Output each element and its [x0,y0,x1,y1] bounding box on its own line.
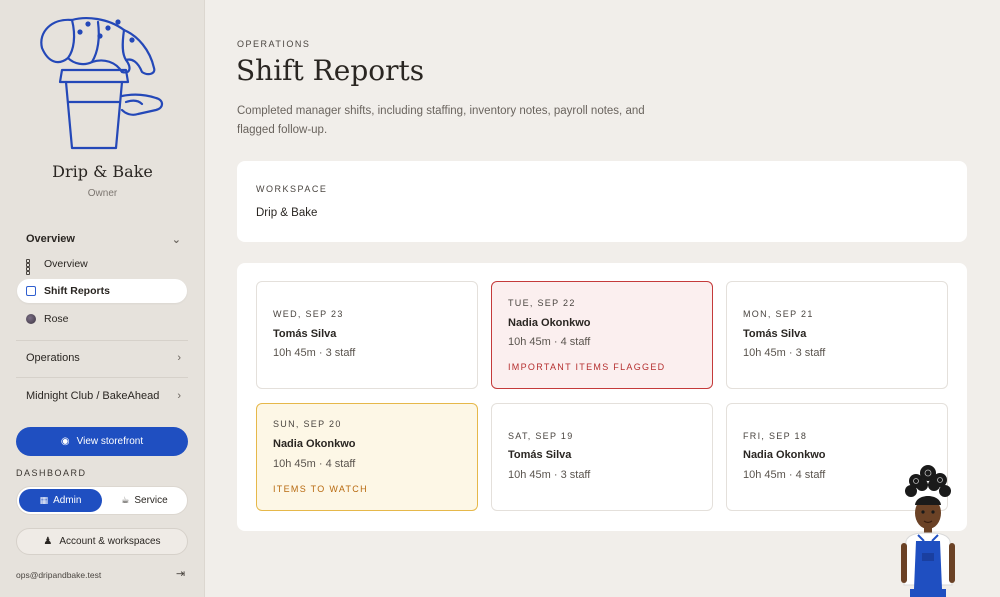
toggle-service-button[interactable]: ☕ Service [103,489,186,512]
brand-name: Drip & Bake [52,162,153,181]
shift-meta: 10h 45m · 3 staff [273,347,356,359]
nav-section-overview[interactable]: Overview ⌄ [26,230,181,248]
shift-date: WED, SEP 23 [273,309,344,319]
avatar [26,314,36,324]
grid-icon: ▦ [39,495,49,505]
flag-badge: IMPORTANT ITEMS FLAGGED [508,362,666,372]
shift-meta: 10h 45m · 4 staff [508,336,591,348]
eye-icon: ◉ [60,436,70,447]
nav-section-overview-label: Overview [26,233,75,245]
grid-icon [26,259,36,275]
toggle-admin-button[interactable]: ▦ Admin [19,489,102,512]
workspace-label: WORKSPACE [256,184,328,194]
sidebar-item-label: Rose [44,313,69,325]
divider [16,377,188,378]
workspace-card: WORKSPACE Drip & Bake [237,161,967,242]
workspace-value: Drip & Bake [256,207,318,219]
shift-manager: Nadia Okonkwo [743,449,826,461]
user-email: ops@dripandbake.test [16,570,102,580]
sidebar-item-rose[interactable]: Rose [17,307,187,331]
divider [16,340,188,341]
chevron-right-icon: › [177,390,181,402]
sidebar-item-overview[interactable]: Overview [17,252,187,276]
toggle-service-label: Service [134,495,168,506]
account-workspaces-label: Account & workspaces [59,536,161,547]
logout-icon[interactable]: ⇥ [176,567,185,580]
page-description: Completed manager shifts, including staf… [237,105,645,136]
shift-card[interactable]: SAT, SEP 19 Tomás Silva 10h 45m · 3 staf… [491,403,713,511]
sidebar-item-shift-reports[interactable]: Shift Reports [17,279,187,303]
shift-reports-panel: WED, SEP 23 Tomás Silva 10h 45m · 3 staf… [237,263,967,531]
chevron-right-icon: › [177,352,181,364]
brand-role: Owner [87,188,118,199]
shift-manager: Nadia Okonkwo [273,438,356,450]
shift-meta: 10h 45m · 4 staff [743,469,826,481]
shift-card[interactable]: WED, SEP 23 Tomás Silva 10h 45m · 3 staf… [256,281,478,389]
account-workspaces-button[interactable]: ♟ Account & workspaces [16,528,188,555]
toggle-admin-label: Admin [53,495,82,506]
flag-badge: ITEMS TO WATCH [273,484,368,494]
shift-manager: Tomás Silva [508,449,572,461]
shift-manager: Nadia Okonkwo [508,317,591,329]
shift-card[interactable]: MON, SEP 21 Tomás Silva 10h 45m · 3 staf… [726,281,948,389]
shift-date: TUE, SEP 22 [508,298,576,308]
nav-section-midnight-club-label: Midnight Club / BakeAhead [26,390,160,402]
shift-card-flagged[interactable]: TUE, SEP 22 Nadia Okonkwo 10h 45m · 4 st… [491,281,713,389]
edit-icon [26,286,36,296]
shift-date: SUN, SEP 20 [273,419,342,429]
shift-date: FRI, SEP 18 [743,431,808,441]
users-icon: ♟ [43,536,53,547]
shift-date: SAT, SEP 19 [508,431,574,441]
nav-section-midnight-club[interactable]: Midnight Club / BakeAhead › [26,387,181,405]
barista-mascot-illustration [901,465,955,597]
sidebar-item-label: Shift Reports [44,285,110,297]
shift-meta: 10h 45m · 3 staff [743,347,826,359]
nav-section-operations-label: Operations [26,352,80,364]
shift-date: MON, SEP 21 [743,309,814,319]
shift-meta: 10h 45m · 4 staff [273,458,356,470]
shift-manager: Tomás Silva [273,328,337,340]
chevron-down-icon: ⌄ [171,233,181,246]
dashboard-mode-toggle: ▦ Admin ☕ Service [16,486,188,515]
shift-card-watch[interactable]: SUN, SEP 20 Nadia Okonkwo 10h 45m · 4 st… [256,403,478,511]
nav-section-operations[interactable]: Operations › [26,349,181,367]
view-storefront-button[interactable]: ◉ View storefront [16,427,188,456]
sidebar: Drip & Bake Owner Overview ⌄ Overview Sh… [0,0,205,597]
cup-icon: ☕ [121,495,130,505]
view-storefront-label: View storefront [76,436,144,447]
brand-logo-icon [40,17,164,150]
shift-manager: Tomás Silva [743,328,807,340]
dashboard-label: DASHBOARD [16,468,87,478]
page-title: Shift Reports [236,54,425,87]
shift-meta: 10h 45m · 3 staff [508,469,591,481]
sidebar-item-label: Overview [44,258,88,270]
page-eyebrow: OPERATIONS [237,39,311,49]
